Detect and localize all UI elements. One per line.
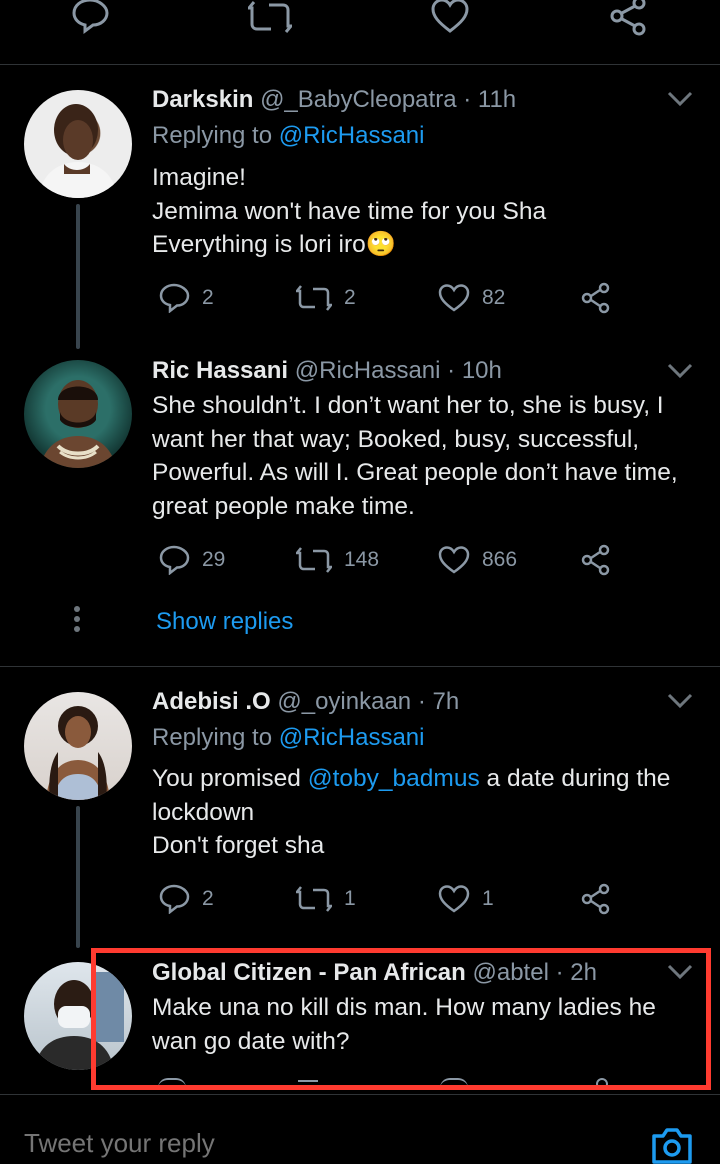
like-icon — [438, 884, 470, 914]
tweet-header: Adebisi .O @_oyinkaan · 7h — [152, 688, 459, 716]
tweet-line: Everything is lori iro🙄 — [152, 231, 397, 258]
like-button[interactable]: 82 — [438, 278, 505, 318]
thread-line — [76, 204, 80, 349]
retweet-count: 148 — [344, 548, 380, 571]
retweet-count: 1 — [344, 887, 356, 910]
handle[interactable]: @RicHassani — [295, 357, 441, 384]
like-count: 1 — [482, 887, 494, 910]
tweet-line: She shouldn’t. I don’t want her to, she … — [152, 392, 664, 419]
reply-icon — [158, 884, 190, 914]
replying-to-label: Replying to — [152, 724, 279, 751]
share-button[interactable] — [580, 278, 612, 318]
share-icon[interactable] — [608, 0, 650, 38]
retweet-button[interactable]: 1 — [296, 879, 356, 919]
tweet-actions: 29 148 866 — [152, 540, 632, 580]
reply-icon — [158, 283, 190, 313]
reply-count: 29 — [202, 548, 226, 571]
reply-count: 2 — [202, 286, 214, 309]
tweet-line: You promised @toby_badmus a date during … — [152, 762, 692, 796]
mention-link[interactable]: @RicHassani — [279, 122, 425, 149]
camera-icon[interactable] — [650, 1124, 694, 1164]
share-icon — [580, 544, 612, 576]
more-replies-dots — [74, 606, 81, 636]
show-replies-link[interactable]: Show replies — [156, 608, 293, 636]
tweet-line: great people make time. — [152, 492, 415, 520]
tweet-actions: 2 1 1 — [152, 879, 632, 919]
replying-to-label: Replying to — [152, 122, 279, 149]
tweet-line: Don't forget sha — [152, 832, 325, 859]
tweet-line: Powerful. As will I. Great people don’t … — [152, 459, 678, 486]
tweet-line: want her that way; Booked, busy, success… — [152, 425, 640, 453]
reply-input[interactable] — [24, 1128, 584, 1159]
retweet-button[interactable]: 2 — [296, 278, 356, 318]
tweet-line: lockdown — [152, 798, 255, 826]
handle[interactable]: @_oyinkaan — [277, 688, 411, 715]
tweet-text-segment: You promised — [152, 765, 308, 792]
retweet-icon — [296, 546, 332, 574]
like-count: 866 — [482, 548, 518, 571]
chevron-down-icon[interactable] — [666, 362, 694, 380]
retweet-icon — [296, 885, 332, 913]
timestamp[interactable]: · 11h — [463, 86, 516, 113]
retweet-button[interactable]: 148 — [296, 540, 379, 580]
display-name[interactable]: Adebisi .O — [152, 688, 271, 715]
mention-link[interactable]: @RicHassani — [279, 724, 425, 751]
mention-link[interactable]: @toby_badmus — [308, 765, 480, 792]
replying-to: Replying to @RicHassani — [152, 724, 424, 752]
reply-icon — [158, 545, 190, 575]
retweet-count: 2 — [344, 286, 356, 309]
chevron-down-icon[interactable] — [666, 90, 694, 108]
avatar[interactable] — [24, 360, 132, 468]
tweet-header: Darkskin @_BabyCleopatra · 11h — [152, 86, 516, 114]
divider — [0, 64, 720, 65]
share-button[interactable] — [580, 540, 612, 580]
display-name[interactable]: Ric Hassani — [152, 357, 288, 384]
tweet-line: Jemima won't have time for you Sha — [152, 197, 547, 225]
tweet-text: You promised @toby_badmus a date during … — [152, 762, 692, 863]
tweet-line: Imagine! — [152, 164, 246, 191]
like-button[interactable]: 866 — [438, 540, 517, 580]
tweet-text-segment: a date during the — [479, 765, 671, 792]
chevron-down-icon[interactable] — [666, 692, 694, 710]
highlight-box — [91, 948, 711, 1090]
replying-to: Replying to @RicHassani — [152, 122, 424, 150]
timestamp[interactable]: · 10h — [447, 357, 502, 384]
like-button[interactable]: 1 — [438, 879, 494, 919]
avatar[interactable] — [24, 90, 132, 198]
reply-button[interactable]: 2 — [158, 879, 214, 919]
avatar[interactable] — [24, 692, 132, 800]
display-name[interactable]: Darkskin — [152, 86, 253, 113]
share-button[interactable] — [580, 879, 612, 919]
timestamp[interactable]: · 7h — [418, 688, 459, 715]
tweet-header: Ric Hassani @RicHassani · 10h — [152, 357, 502, 385]
like-icon — [438, 283, 470, 313]
divider — [0, 666, 720, 667]
reply-button[interactable]: 2 — [158, 278, 214, 318]
like-icon[interactable] — [430, 0, 470, 34]
reply-button[interactable]: 29 — [158, 540, 225, 580]
handle[interactable]: @_BabyCleopatra — [260, 86, 456, 113]
retweet-icon[interactable] — [248, 0, 292, 34]
thread-line — [76, 806, 80, 948]
share-icon — [580, 883, 612, 915]
reply-icon[interactable] — [70, 0, 110, 34]
tweet-actions: 2 2 82 — [152, 278, 632, 318]
tweet-text: She shouldn’t. I don’t want her to, she … — [152, 389, 692, 523]
like-count: 82 — [482, 286, 506, 309]
tweet-text: Imagine! Jemima won't have time for you … — [152, 161, 692, 262]
reply-count: 2 — [202, 887, 214, 910]
like-icon — [438, 545, 470, 575]
share-icon — [580, 282, 612, 314]
retweet-icon — [296, 284, 332, 312]
